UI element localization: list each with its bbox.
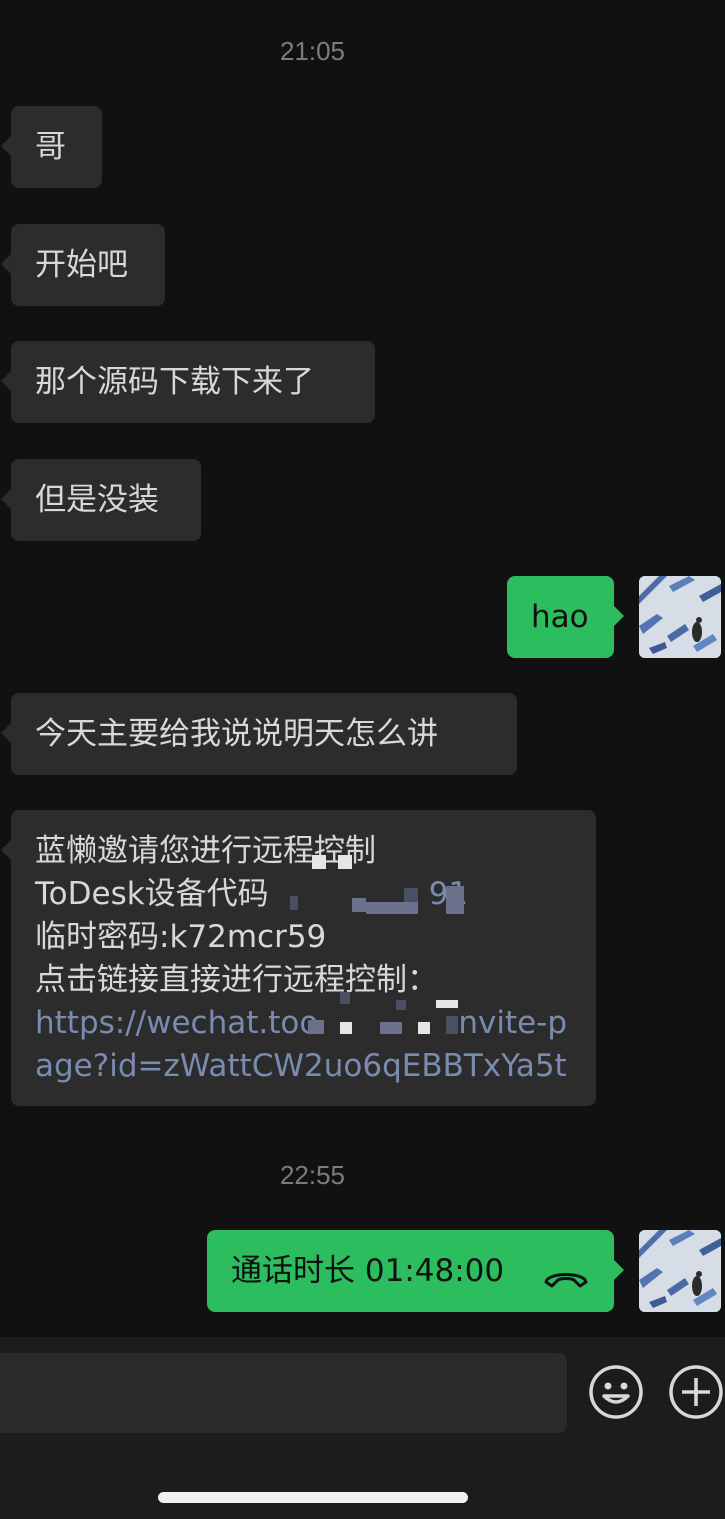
- message-bubble-incoming[interactable]: 开始吧: [1, 224, 165, 306]
- redaction-pixel: [446, 1016, 458, 1034]
- todesk-invite-message[interactable]: 蓝懒邀请您进行远程控制 ToDesk设备代码91 临时密码:k72mcr59 点…: [1, 810, 596, 1106]
- invite-line-2: ToDesk设备代码91: [35, 873, 572, 916]
- invite-line-3: 临时密码:k72mcr59: [35, 919, 327, 955]
- message-text: 但是没装: [35, 482, 159, 518]
- redaction-pixel: [338, 855, 352, 869]
- redaction-pixel: [396, 1000, 406, 1010]
- invite-link-suffix[interactable]: nvite-p: [458, 1005, 567, 1041]
- redaction-pixel: [366, 902, 418, 914]
- redaction-pixel: [312, 855, 326, 869]
- redaction-pixel: [308, 1020, 324, 1034]
- invite-line-1: 蓝懒邀请您进行远程控制: [35, 833, 376, 869]
- redaction-pixel: [418, 1022, 430, 1034]
- invite-line-4: 点击链接直接进行远程控制：: [35, 962, 438, 998]
- redaction-pixel: [340, 992, 350, 1004]
- message-text: 哥: [35, 129, 66, 165]
- avatar[interactable]: [639, 576, 721, 658]
- message-bubble-incoming[interactable]: 今天主要给我说说明天怎么讲: [1, 693, 517, 775]
- avatar[interactable]: [639, 1230, 721, 1312]
- device-code-label: ToDesk设备代码: [35, 876, 269, 912]
- plus-icon[interactable]: [668, 1364, 724, 1420]
- avatar-image: [639, 1230, 721, 1312]
- message-bubble-incoming[interactable]: 但是没装: [1, 459, 201, 541]
- avatar-image: [639, 576, 721, 658]
- redaction-pixel: [404, 888, 418, 902]
- emoji-icon[interactable]: [588, 1364, 644, 1420]
- invite-link-line-1[interactable]: https://wechat.too nvite-p: [35, 1002, 572, 1045]
- timestamp-2105: 21:05: [279, 36, 346, 66]
- redaction-pixel: [290, 896, 298, 910]
- redaction-pixel: [446, 886, 464, 914]
- message-bubble-incoming[interactable]: 哥: [1, 106, 102, 188]
- invite-link-prefix[interactable]: https://wechat.too: [35, 1005, 318, 1041]
- message-text: 今天主要给我说说明天怎么讲: [35, 716, 438, 752]
- hangup-phone-icon: [542, 1259, 590, 1288]
- timestamp-2255: 22:55: [279, 1160, 346, 1190]
- redaction-pixel: [436, 1000, 458, 1008]
- message-text: hao: [531, 599, 589, 635]
- message-bubble-incoming[interactable]: 那个源码下载下来了: [1, 341, 375, 423]
- call-duration-text: 通话时长 01:48:00: [231, 1253, 505, 1289]
- redaction-pixel: [380, 1022, 402, 1034]
- redaction-pixel: [352, 898, 366, 912]
- home-indicator: [158, 1492, 468, 1503]
- message-input[interactable]: [0, 1353, 567, 1433]
- invite-link-line-2[interactable]: age?id=zWattCW2uo6qEBBTxYa5t: [35, 1045, 572, 1088]
- redaction-pixel: [340, 1022, 352, 1034]
- message-text: 开始吧: [35, 247, 128, 283]
- message-text: 那个源码下载下来了: [35, 364, 314, 400]
- message-bubble-outgoing[interactable]: hao: [507, 576, 624, 658]
- call-duration-bubble[interactable]: 通话时长 01:48:00: [207, 1230, 624, 1312]
